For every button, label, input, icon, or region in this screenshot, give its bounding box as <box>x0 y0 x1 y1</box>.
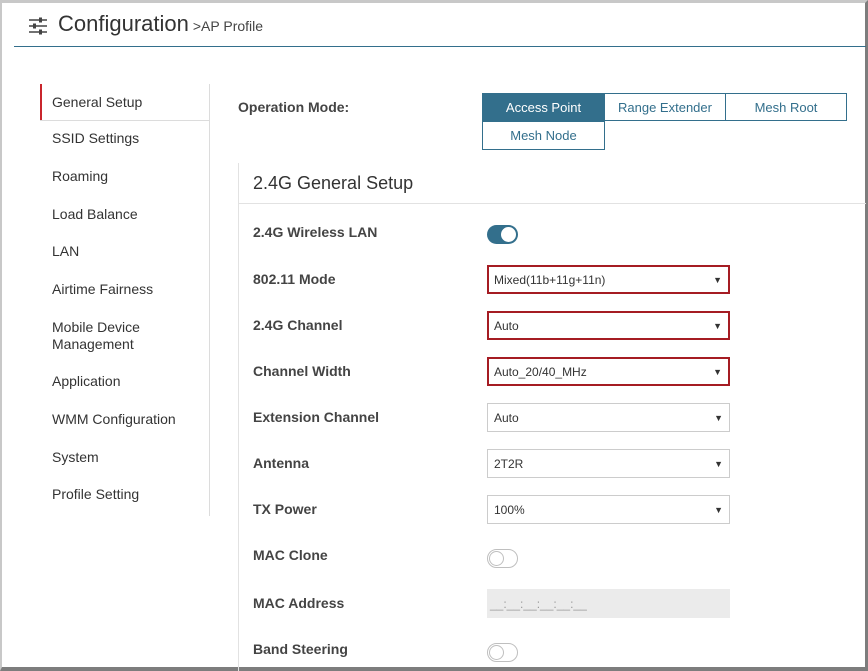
sidebar: General Setup SSID Settings Roaming Load… <box>40 84 210 516</box>
sidebar-active-divider <box>40 120 210 121</box>
mac-address-label: MAC Address <box>253 595 345 611</box>
mode-label: 802.11 Mode <box>253 271 336 287</box>
caret-down-icon: ▼ <box>714 504 723 515</box>
channel-select[interactable]: Auto ▼ <box>487 311 730 340</box>
operation-mode-label: Operation Mode: <box>238 99 350 115</box>
breadcrumb[interactable]: >AP Profile <box>193 18 263 34</box>
sidebar-item-general-setup[interactable]: General Setup <box>40 84 210 120</box>
antenna-select[interactable]: 2T2R ▼ <box>487 449 730 478</box>
sidebar-item-load-balance[interactable]: Load Balance <box>40 206 210 223</box>
page-title: Configuration >AP Profile <box>58 11 263 37</box>
extension-channel-select-value: Auto <box>494 410 519 425</box>
mac-address-input[interactable]: __:__:__:__:__:__ <box>487 589 730 618</box>
extension-channel-label: Extension Channel <box>253 409 380 425</box>
channel-width-select[interactable]: Auto_20/40_MHz ▼ <box>487 357 730 386</box>
panel-title: 2.4G General Setup <box>253 173 414 193</box>
caret-down-icon: ▼ <box>713 274 722 285</box>
wireless-lan-toggle[interactable] <box>487 225 518 244</box>
sidebar-item-lan[interactable]: LAN <box>40 243 210 260</box>
mode-mesh-root-button[interactable]: Mesh Root <box>725 93 847 121</box>
caret-down-icon: ▼ <box>713 366 722 377</box>
channel-label: 2.4G Channel <box>253 317 343 333</box>
sidebar-item-airtime-fairness[interactable]: Airtime Fairness <box>40 281 210 298</box>
mac-clone-label: MAC Clone <box>253 547 328 563</box>
mode-access-point-button[interactable]: Access Point <box>482 93 605 121</box>
sidebar-item-roaming[interactable]: Roaming <box>40 168 210 185</box>
settings-sliders-icon <box>29 17 47 35</box>
tx-power-select[interactable]: 100% ▼ <box>487 495 730 524</box>
mac-clone-toggle[interactable] <box>487 549 518 568</box>
sidebar-item-mobile-device-management[interactable]: Mobile Device Management <box>40 319 210 353</box>
antenna-select-value: 2T2R <box>494 456 524 471</box>
toggle-knob <box>489 551 504 566</box>
sidebar-item-ssid-settings[interactable]: SSID Settings <box>40 130 210 147</box>
caret-down-icon: ▼ <box>714 458 723 469</box>
band-steering-label: Band Steering <box>253 641 348 657</box>
channel-width-label: Channel Width <box>253 363 351 379</box>
channel-width-select-value: Auto_20/40_MHz <box>494 364 587 379</box>
wireless-lan-label: 2.4G Wireless LAN <box>253 224 378 240</box>
tx-power-select-value: 100% <box>494 502 525 517</box>
toggle-knob <box>501 227 516 242</box>
sidebar-item-wmm-configuration[interactable]: WMM Configuration <box>40 411 210 428</box>
tx-power-label: TX Power <box>253 501 317 517</box>
page-title-text: Configuration <box>58 11 189 36</box>
panel-title-divider <box>239 203 866 204</box>
extension-channel-select[interactable]: Auto ▼ <box>487 403 730 432</box>
toggle-knob <box>489 645 504 660</box>
mode-mesh-node-button[interactable]: Mesh Node <box>482 121 605 150</box>
caret-down-icon: ▼ <box>713 320 722 331</box>
sidebar-item-application[interactable]: Application <box>40 373 210 390</box>
caret-down-icon: ▼ <box>714 412 723 423</box>
band-steering-toggle[interactable] <box>487 643 518 662</box>
antenna-label: Antenna <box>253 455 309 471</box>
mode-select-value: Mixed(11b+11g+11n) <box>494 272 606 287</box>
panel-left-border <box>238 163 239 671</box>
header-divider <box>14 46 866 47</box>
mode-select[interactable]: Mixed(11b+11g+11n) ▼ <box>487 265 730 294</box>
sidebar-item-system[interactable]: System <box>40 449 210 466</box>
mode-range-extender-button[interactable]: Range Extender <box>604 93 726 121</box>
sidebar-item-profile-setting[interactable]: Profile Setting <box>40 486 210 503</box>
channel-select-value: Auto <box>494 318 519 333</box>
